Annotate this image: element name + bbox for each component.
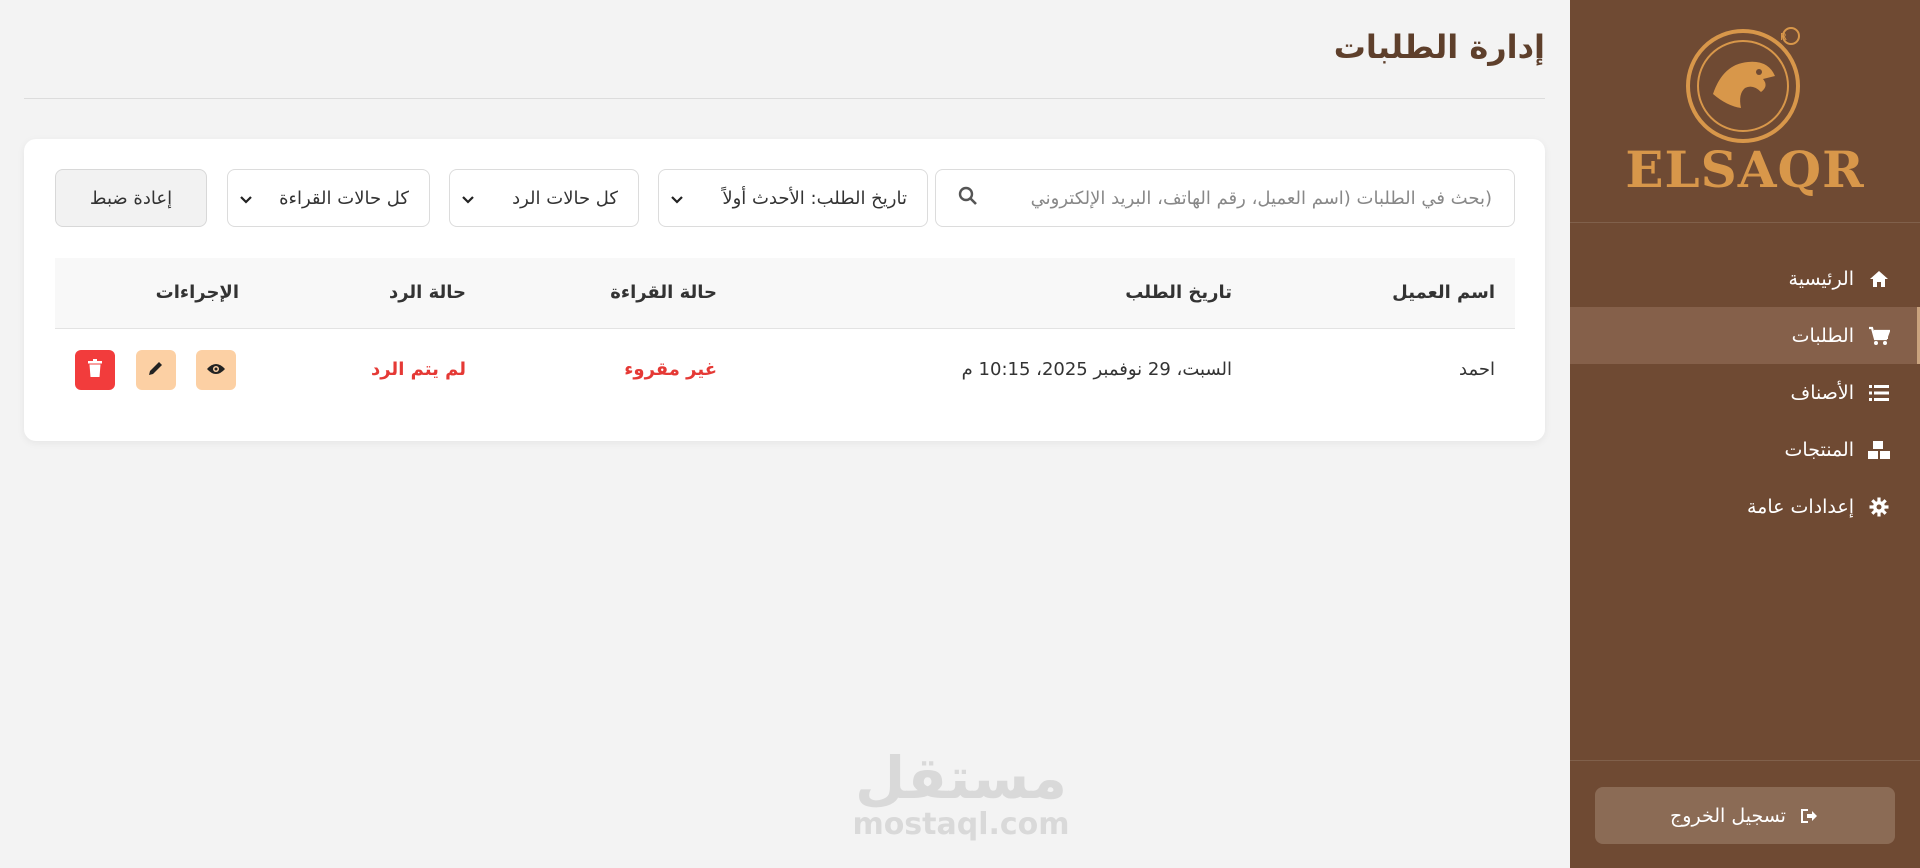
search-icon	[958, 186, 978, 211]
sign-out-icon	[1798, 805, 1820, 827]
chevron-down-icon	[462, 188, 474, 209]
header-actions: الإجراءات	[155, 282, 239, 303]
sidebar-item-categories[interactable]: الأصناف	[1570, 364, 1920, 421]
read-status-select[interactable]: كل حالات القراءة	[227, 169, 430, 227]
sidebar-item-label: الرئيسية	[1788, 267, 1854, 290]
edit-button[interactable]	[136, 350, 176, 390]
table-row: احمد السبت، 29 نوفمبر 2025، 10:15 م غير …	[55, 329, 1515, 411]
logout-label: تسجيل الخروج	[1670, 804, 1786, 827]
watermark-url: mostaql.com	[852, 807, 1070, 842]
chevron-down-icon	[671, 188, 683, 209]
view-button[interactable]	[196, 350, 236, 390]
watermark-arabic: مستقل	[854, 744, 1068, 812]
sidebar: R ELSAQR الرئيسية الطلبات الأصناف المنتج…	[1570, 0, 1920, 868]
cell-read-status: غير مقروء	[624, 359, 717, 380]
header-read: حالة القراءة	[610, 282, 717, 303]
watermark: مستقل mostaql.com	[846, 748, 1076, 842]
cell-reply-status: لم يتم الرد	[371, 359, 466, 380]
sidebar-item-label: الأصناف	[1790, 381, 1854, 404]
sort-select-value: تاريخ الطلب: الأحدث أولاً	[722, 187, 907, 209]
search-placeholder: (بحث في الطلبات (اسم العميل، رقم الهاتف،…	[1030, 187, 1492, 209]
header-date: تاريخ الطلب	[1125, 282, 1232, 303]
sidebar-divider	[1570, 760, 1920, 761]
reset-button[interactable]: إعادة ضبط	[55, 169, 207, 227]
sidebar-nav: الرئيسية الطلبات الأصناف المنتجات إعدادا…	[1570, 250, 1920, 535]
read-select-value: كل حالات القراءة	[279, 187, 409, 209]
eagle-emblem-icon: R	[1686, 27, 1800, 143]
trash-icon	[88, 359, 102, 381]
sidebar-item-label: المنتجات	[1784, 438, 1854, 461]
cell-customer: احمد	[1459, 359, 1495, 380]
sort-select[interactable]: تاريخ الطلب: الأحدث أولاً	[658, 169, 928, 227]
page-title: إدارة الطلبات	[1333, 28, 1545, 66]
table-header: اسم العميل تاريخ الطلب حالة القراءة حالة…	[55, 258, 1515, 329]
orders-table: اسم العميل تاريخ الطلب حالة القراءة حالة…	[55, 258, 1515, 411]
header-reply: حالة الرد	[388, 282, 466, 303]
sidebar-item-label: إعدادات عامة	[1746, 495, 1854, 518]
home-icon	[1868, 268, 1890, 290]
cell-date: السبت، 29 نوفمبر 2025، 10:15 م	[961, 359, 1232, 380]
gear-icon	[1868, 496, 1890, 518]
sidebar-item-orders[interactable]: الطلبات	[1570, 307, 1920, 364]
sidebar-item-label: الطلبات	[1791, 324, 1854, 347]
cart-icon	[1868, 325, 1890, 347]
orders-card: (بحث في الطلبات (اسم العميل، رقم الهاتف،…	[24, 139, 1545, 441]
brand-name: ELSAQR	[1625, 140, 1865, 199]
delete-button[interactable]	[75, 350, 115, 390]
pencil-icon	[147, 359, 165, 381]
reply-select-value: كل حالات الرد	[512, 187, 618, 209]
eye-icon	[206, 361, 226, 380]
logo: R ELSAQR	[1570, 0, 1920, 223]
sidebar-item-settings[interactable]: إعدادات عامة	[1570, 478, 1920, 535]
logout-button[interactable]: تسجيل الخروج	[1595, 787, 1895, 844]
svg-text:R: R	[1780, 32, 1787, 43]
boxes-icon	[1868, 439, 1890, 461]
sidebar-item-home[interactable]: الرئيسية	[1570, 250, 1920, 307]
search-input[interactable]: (بحث في الطلبات (اسم العميل، رقم الهاتف،…	[935, 169, 1515, 227]
header-customer: اسم العميل	[1392, 282, 1495, 303]
reply-status-select[interactable]: كل حالات الرد	[449, 169, 639, 227]
sidebar-item-products[interactable]: المنتجات	[1570, 421, 1920, 478]
list-icon	[1868, 382, 1890, 404]
title-divider	[24, 98, 1545, 99]
chevron-down-icon	[240, 188, 252, 209]
